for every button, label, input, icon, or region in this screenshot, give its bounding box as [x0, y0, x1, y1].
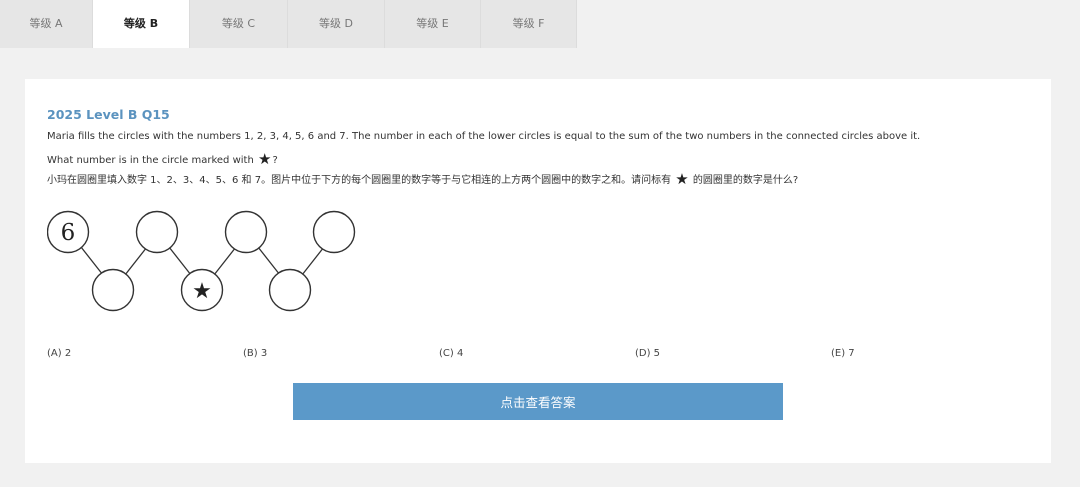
tab-level-a[interactable]: 等级 A [0, 0, 93, 48]
show-answer-button[interactable]: 点击查看答案 [293, 383, 783, 420]
question-text-zh-suffix: 的圆圈里的数字是什么? [692, 175, 799, 186]
star-icon: ★ [675, 170, 689, 188]
tab-level-f[interactable]: 等级 F [481, 0, 577, 48]
top-circle [312, 210, 356, 254]
circle-diagram: 6 ★ [47, 210, 356, 312]
question-text-en-line1: Maria fills the circles with the numbers… [47, 131, 921, 142]
connector-line [257, 246, 281, 276]
question-text-en-suffix: ? [272, 155, 278, 166]
star-icon: ★ [257, 150, 272, 168]
tab-level-b[interactable]: 等级 B [93, 0, 190, 48]
option-a[interactable]: (A) 2 [47, 348, 71, 359]
question-text-en-prefix: What number is in the circle marked with [47, 155, 257, 166]
circle-value-6: 6 [61, 220, 76, 246]
option-e[interactable]: (E) 7 [831, 348, 855, 359]
question-title: 2025 Level B Q15 [47, 107, 170, 122]
connector-line [213, 246, 237, 276]
question-text-zh: 小玛在圆圈里填入数字 1、2、3、4、5、6 和 7。图片中位于下方的每个圆圈里… [47, 170, 798, 188]
bottom-circle [91, 268, 135, 312]
connector-line [168, 246, 192, 276]
tab-level-c[interactable]: 等级 C [190, 0, 288, 48]
level-tab-bar: 等级 A 等级 B 等级 C 等级 D 等级 E 等级 F [0, 0, 1080, 48]
option-c[interactable]: (C) 4 [439, 348, 463, 359]
connector-line [301, 246, 325, 276]
connector-line [124, 246, 148, 276]
question-text-en-line2: What number is in the circle marked with… [47, 150, 278, 168]
tab-level-d[interactable]: 等级 D [288, 0, 385, 48]
tab-level-e[interactable]: 等级 E [385, 0, 481, 48]
connector-line [80, 246, 104, 276]
star-icon: ★ [192, 279, 212, 304]
question-text-zh-prefix: 小玛在圆圈里填入数字 1、2、3、4、5、6 和 7。图片中位于下方的每个圆圈里… [47, 175, 672, 186]
option-b[interactable]: (B) 3 [243, 348, 267, 359]
top-circle [135, 210, 179, 254]
option-d[interactable]: (D) 5 [635, 348, 660, 359]
bottom-circle [268, 268, 312, 312]
question-card: 2025 Level B Q15 Maria fills the circles… [25, 79, 1051, 463]
top-circle [224, 210, 268, 254]
